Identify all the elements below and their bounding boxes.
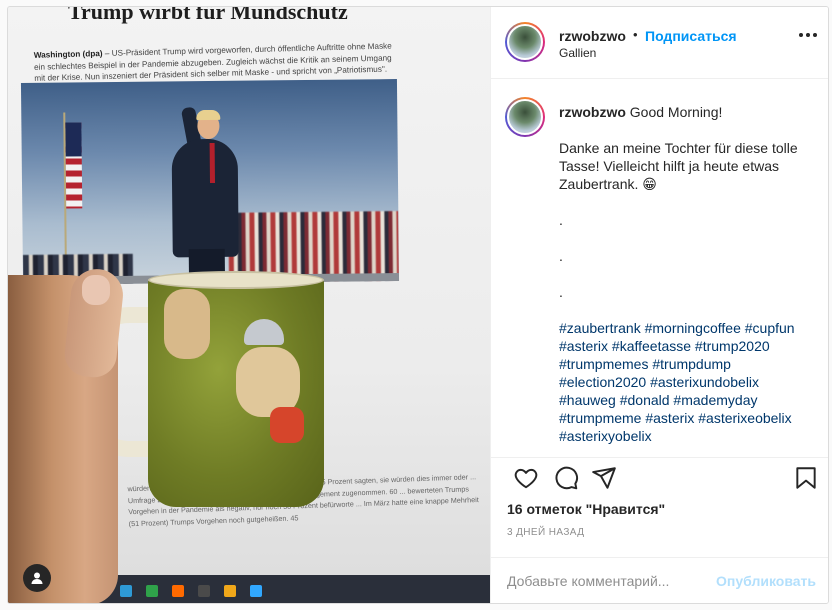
avatar[interactable] <box>505 22 545 62</box>
speaker-figure <box>171 138 239 258</box>
caption-dot: . <box>559 248 563 264</box>
caption-username[interactable]: rzwobzwo <box>559 104 626 120</box>
separator-dot: • <box>633 27 638 42</box>
caption-text: Danke an meine Tochter für diese tolle T… <box>559 140 798 192</box>
photo-article-lead: Washington (dpa) – US-Präsident Trump wi… <box>34 40 405 84</box>
photo-headline: Trump wirbt für Mundschutz <box>68 7 348 24</box>
user-tag-icon[interactable] <box>23 564 51 592</box>
caption-dot: . <box>559 284 563 300</box>
comment-input[interactable] <box>507 569 727 593</box>
caption-hashtags[interactable]: #zaubertrank #morningcoffee #cupfun #ast… <box>559 319 817 445</box>
heart-icon[interactable] <box>513 465 539 491</box>
post-timestamp[interactable]: 3 ДНЕЙ НАЗАД <box>507 527 584 538</box>
publish-button[interactable]: Опубликовать <box>716 573 816 589</box>
news-photo <box>20 79 400 285</box>
article-dateline: Washington (dpa) <box>33 49 103 60</box>
share-icon[interactable] <box>591 465 617 491</box>
post-side-panel: rzwobzwo • Подписаться Gallien rzwobzwo … <box>490 7 828 603</box>
bookmark-icon[interactable] <box>793 465 819 491</box>
post-caption: rzwobzwo Good Morning! Danke an meine To… <box>559 103 817 463</box>
header-username[interactable]: rzwobzwo <box>559 28 626 44</box>
follow-button[interactable]: Подписаться <box>645 28 737 44</box>
post-photo[interactable]: Trump wirbt für Mundschutz Washington (d… <box>8 7 490 603</box>
caption-avatar[interactable] <box>505 97 545 137</box>
obelix-figure <box>164 289 210 359</box>
post-header: rzwobzwo • Подписаться Gallien <box>491 7 828 79</box>
post-modal: Trump wirbt für Mundschutz Washington (d… <box>7 6 829 604</box>
comment-icon[interactable] <box>553 465 579 491</box>
caption-dot: . <box>559 212 563 228</box>
likes-count[interactable]: 16 отметок "Нравится" <box>507 501 665 517</box>
more-horizontal-icon[interactable] <box>799 33 817 37</box>
caption-greeting: Good Morning! <box>629 104 723 120</box>
location-link[interactable]: Gallien <box>559 46 596 60</box>
us-flag <box>65 122 83 209</box>
article-lead-text: – US-Präsident Trump wird vorgeworfen, d… <box>33 41 392 83</box>
